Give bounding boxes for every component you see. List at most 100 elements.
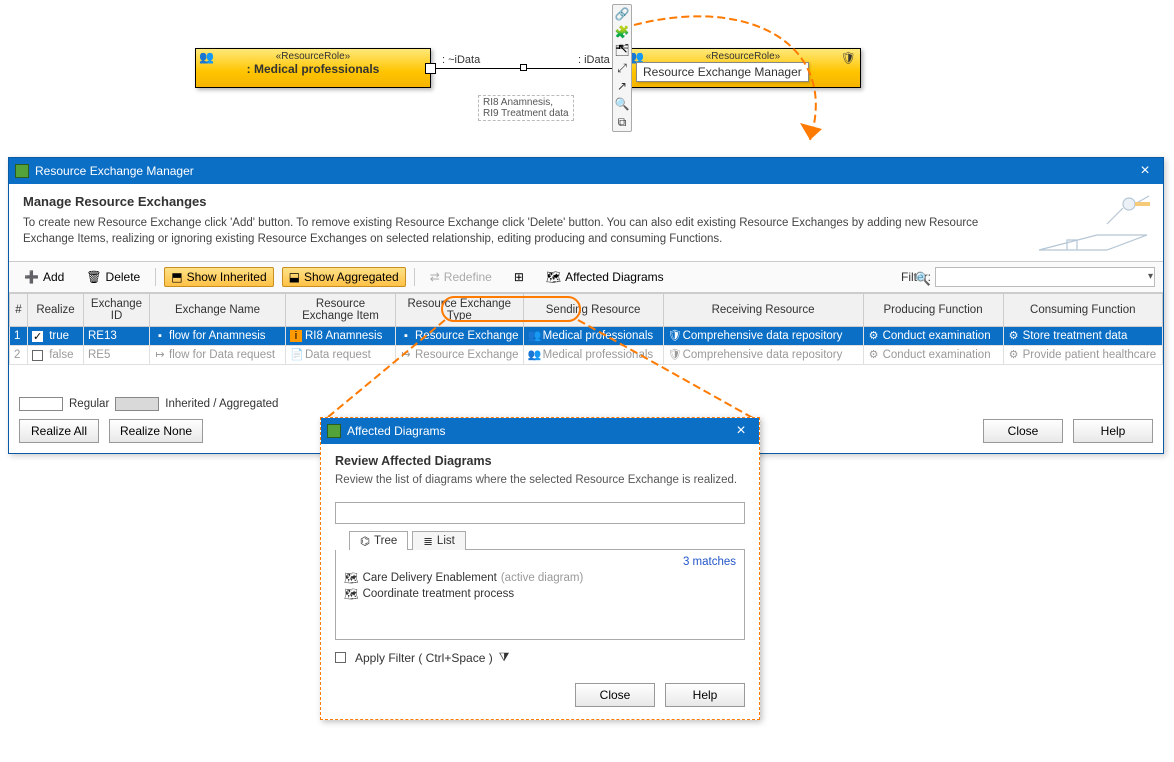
show-aggregated-toggle[interactable]: ⬓ Show Aggregated — [282, 267, 406, 287]
col-item[interactable]: Resource Exchange Item — [286, 294, 396, 327]
stereotype-label: «ResourceRole» — [196, 51, 430, 62]
show-inherited-toggle[interactable]: ⬒ Show Inherited — [164, 267, 273, 287]
port-in-label: : iData — [578, 54, 610, 66]
dialog-close-button[interactable]: Close — [575, 683, 655, 707]
smart-palette: 🔗 🧩 🗂 ⤢ ↗ 🔍 ⧉ — [612, 4, 632, 132]
realize-text: true — [49, 330, 69, 342]
col-exid[interactable]: Exchange ID — [84, 294, 150, 327]
diagram-icon: 🗺 — [546, 270, 561, 284]
gear-icon: ⚙ — [868, 349, 880, 361]
flow-icon: ▪ — [154, 330, 166, 342]
close-icon[interactable]: × — [729, 423, 753, 439]
connector-mid-handle[interactable] — [520, 64, 527, 71]
flow-item-1: RI8 Anamnesis, — [483, 97, 553, 108]
palette-item-2[interactable]: 🧩 — [613, 23, 631, 41]
titlebar[interactable]: Resource Exchange Manager × — [9, 158, 1163, 184]
intro-heading: Manage Resource Exchanges — [23, 194, 1149, 209]
cell-type: ↦Resource Exchange — [396, 346, 524, 365]
apply-filter-label: Apply Filter ( Ctrl+Space ) — [355, 651, 493, 665]
col-num[interactable]: # — [10, 294, 28, 327]
result-item[interactable]: 🗺 Care Delivery Enablement (active diagr… — [344, 570, 736, 586]
match-count: 3 matches — [344, 556, 736, 568]
cell-producing: ⚙Conduct examination — [863, 327, 1003, 346]
dialog-intro: Review Affected Diagrams Review the list… — [321, 444, 759, 502]
tab-list[interactable]: ≣ List — [412, 531, 466, 550]
resource-role-left[interactable]: 👥 «ResourceRole» : Medical professionals — [195, 48, 431, 88]
cell-exname: ▪flow for Anamnesis — [150, 327, 286, 346]
apply-filter-row: Apply Filter ( Ctrl+Space ) ⧩ — [335, 650, 745, 665]
result-suffix: (active diagram) — [501, 572, 583, 584]
legend-swatch-regular — [19, 397, 63, 411]
cell-type: ▪Resource Exchange — [396, 327, 524, 346]
palette-item-7[interactable]: ⧉ — [613, 113, 631, 131]
filter-input[interactable] — [935, 267, 1155, 287]
palette-item-exchange-manager[interactable]: 🗂 — [613, 41, 631, 59]
table-row[interactable]: 1 true RE13 ▪flow for Anamnesis iRI8 Ana… — [10, 327, 1163, 346]
col-sending[interactable]: Sending Resource — [523, 294, 663, 327]
doc-icon: 📄 — [290, 349, 302, 361]
col-consuming[interactable]: Consuming Function — [1003, 294, 1162, 327]
redefine-label: Redefine — [444, 270, 492, 284]
realize-none-button[interactable]: Realize None — [109, 419, 203, 443]
close-button[interactable]: Close — [983, 419, 1063, 443]
search-input[interactable] — [335, 502, 745, 524]
affected-diagrams-button[interactable]: 🗺 Affected Diagrams — [539, 267, 671, 287]
close-icon[interactable]: × — [1133, 163, 1157, 179]
help-button[interactable]: Help — [1073, 419, 1153, 443]
tab-tree[interactable]: ⌬ Tree — [349, 531, 408, 550]
col-producing[interactable]: Producing Function — [863, 294, 1003, 327]
dialog-heading: Review Affected Diagrams — [335, 454, 745, 468]
palette-item-4[interactable]: ⤢ — [613, 59, 631, 77]
person-icon: 👥 — [528, 330, 540, 342]
table-row[interactable]: 2 false RE5 ↦flow for Data request 📄Data… — [10, 346, 1163, 365]
palette-item-5[interactable]: ↗ — [613, 77, 631, 95]
col-type[interactable]: Resource Exchange Type — [396, 294, 524, 327]
tooltip-text: Resource Exchange Manager — [643, 65, 802, 79]
palette-item-1[interactable]: 🔗 — [613, 5, 631, 23]
cell-num: 1 — [10, 327, 28, 346]
gear-icon: ⚙ — [1008, 330, 1020, 342]
results-box: 3 matches 🗺 Care Delivery Enablement (ac… — [335, 550, 745, 640]
legend-swatch-inherited — [115, 397, 159, 411]
intro-text: To create new Resource Exchange click 'A… — [23, 215, 1023, 247]
realize-text: false — [49, 349, 73, 361]
cell-exname: ↦flow for Data request — [150, 346, 286, 365]
tree-icon: ⌬ — [360, 534, 370, 548]
legend-inherited-label: Inherited / Aggregated — [165, 398, 278, 410]
filter-label: Filter: — [901, 270, 931, 284]
connector-line[interactable] — [435, 68, 621, 69]
cell-consuming: ⚙Provide patient healthcare — [1003, 346, 1162, 365]
gear-icon: ⚙ — [868, 330, 880, 342]
cell-realize[interactable]: true — [28, 327, 84, 346]
tool-extra-button[interactable]: ⊞ — [507, 267, 531, 287]
dialog-title: Affected Diagrams — [347, 424, 729, 438]
add-button[interactable]: ➕ Add — [17, 267, 71, 287]
diagram-icon: 🗺 — [344, 587, 359, 601]
intro-illustration-icon — [1037, 190, 1157, 260]
filter-dropdown-icon[interactable]: ▾ — [1148, 271, 1153, 282]
cell-realize[interactable]: false — [28, 346, 84, 365]
dialog-button-row: Close Help — [321, 675, 759, 719]
resource-exchange-manager-window: Resource Exchange Manager × Manage Resou… — [8, 157, 1164, 454]
col-exname[interactable]: Exchange Name — [150, 294, 286, 327]
apply-filter-checkbox[interactable] — [335, 652, 346, 663]
tooltip: Resource Exchange Manager — [636, 62, 809, 82]
titlebar[interactable]: Affected Diagrams × — [321, 418, 759, 444]
col-receiving[interactable]: Receiving Resource — [663, 294, 863, 327]
col-realize[interactable]: Realize — [28, 294, 84, 327]
checkbox-icon[interactable] — [32, 331, 43, 342]
flow-icon: ↦ — [400, 349, 412, 361]
delete-button[interactable]: 🗑 Delete — [79, 267, 147, 287]
info-icon: i — [290, 330, 302, 342]
redefine-button[interactable]: ⇄ Redefine — [423, 267, 499, 287]
checkbox-icon[interactable] — [32, 350, 43, 361]
inherit-icon: ⬒ — [171, 270, 182, 284]
dialog-help-button[interactable]: Help — [665, 683, 745, 707]
realize-all-button[interactable]: Realize All — [19, 419, 99, 443]
result-item[interactable]: 🗺 Coordinate treatment process — [344, 586, 736, 602]
cell-num: 2 — [10, 346, 28, 365]
cell-producing: ⚙Conduct examination — [863, 346, 1003, 365]
palette-item-6[interactable]: 🔍 — [613, 95, 631, 113]
delete-label: Delete — [106, 270, 141, 284]
filter-funnel-icon[interactable]: ⧩ — [499, 650, 510, 665]
